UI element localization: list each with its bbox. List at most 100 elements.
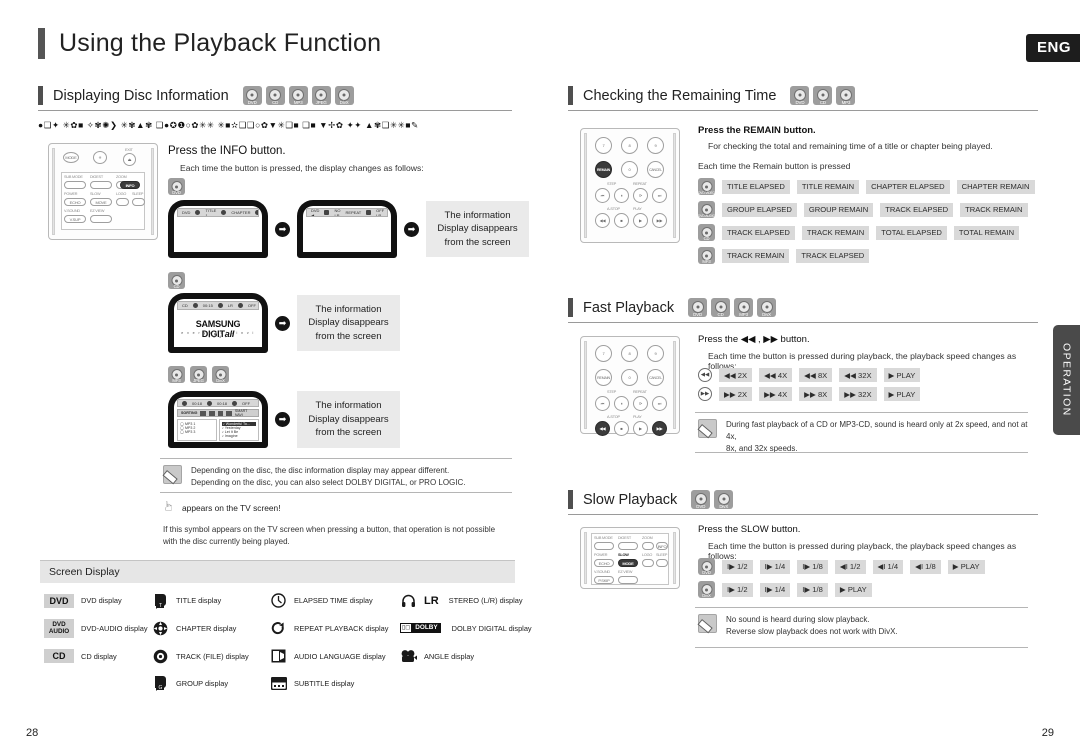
disc-type-row: DVD CD MP3 JPEG DivX (242, 86, 354, 105)
chip-track-elapsed-a: TRACK ELAPSED (880, 202, 954, 217)
remote-key-remain: REMAIN (595, 161, 612, 178)
chip-track-elapsed-c: TRACK ELAPSED (796, 248, 870, 263)
info-sequence-row-cd: CD00:15LROFF1:00:00 SAMSUNG DIGITall e v… (168, 293, 400, 353)
remote-key-sleep (132, 198, 145, 206)
section-displaying-disc-information: Displaying Disc Information DVD CD MP3 J… (38, 86, 512, 131)
remote-key-dial: ✳ (93, 151, 107, 164)
remote-key-exit: ⏏ (123, 153, 136, 166)
fast-text-block: Press the ◀◀ , ▶▶ button. Each time the … (698, 334, 1028, 371)
info-each-time-label: Each time the button is pressed, the dis… (180, 163, 424, 173)
note-disc-info: Depending on the disc, the disc informat… (163, 465, 513, 489)
section-checking-remaining-time: Checking the Remaining Time DVD CD MP3 (568, 86, 1038, 111)
remote-control-info: MODE ✳ EXIT ⏏ SUB MODE DIGEST ZOOM INFO … (48, 143, 158, 240)
fast-rule (568, 322, 1038, 323)
chip-ff-2x: ▶▶ 2X (719, 387, 753, 401)
chip-slow-rev-half: ◀I 1/2 (834, 559, 866, 574)
legend-subtitle-display: SUBTITLE display (270, 675, 400, 692)
fast-note-rule-bottom (695, 452, 1028, 453)
disc-chip-slow-divx: DivX (698, 581, 715, 598)
remain-each-time-label: Each time the Remain button is pressed (698, 161, 851, 171)
osd-file-list: ♪ Wonderful To... ♪ Yesterday ♪ Let It B… (219, 419, 259, 441)
info-disappears-box-3: The information Display disappears from th… (297, 391, 400, 448)
note-slow-playback: No sound is heard during slow playback. R… (698, 614, 1028, 638)
note-disc-rule-bottom (160, 492, 512, 493)
chip-divx-half: I▶ 1/2 (722, 582, 753, 597)
remote-key-play: ▶ (633, 213, 648, 228)
chip-slow-fwd-half: I▶ 1/2 (722, 559, 753, 574)
slow-header: Slow Playback DVD DivX (568, 490, 1038, 509)
slow-row-divx: DivX I▶ 1/2 I▶ 1/4 I▶ 1/8 ▶ PLAY (698, 581, 985, 598)
fast-note-rule-top (695, 412, 1028, 413)
osd-bar-dvd-1: DVDTITLE 1CHAPTER0:00:011/1 ▶ (177, 208, 259, 217)
remote-slow-key-info: INFO (656, 542, 668, 550)
note-disc-rule-top (160, 458, 512, 459)
section-header: Displaying Disc Information DVD CD MP3 J… (38, 86, 512, 105)
repeat-playback-icon (270, 620, 287, 637)
slow-tick (568, 490, 573, 509)
remaining-rule (568, 110, 1038, 111)
section-fast-playback: Fast Playback DVD CD MP3 DivX (568, 298, 1038, 323)
disc-icon-remaining-cd: CD (813, 86, 833, 105)
remote-fast-key-9: 9 (647, 345, 664, 362)
disc-icon-fast-cd: CD (711, 298, 731, 317)
osd-bar-cd-1: CD00:15LROFF1:00:00 (177, 301, 259, 310)
remote-fast-key-0: 0 (621, 369, 638, 386)
info-sequence-row-mp3: 00:18 00:18 OFF SORTING SMART NAVI ◯ MP3 1… (168, 391, 400, 448)
disc-chip-row3: MP3 JPEG DivX (168, 366, 229, 383)
remote-cap-exit: EXIT (125, 148, 133, 152)
legend-cd-display: CD CD display (44, 648, 152, 665)
remote-control-slow: SUB MODE DIGEST ZOOM INFO POWER SLOW LOG… (580, 527, 680, 589)
disc-chip-cd-remain: CD (698, 224, 715, 241)
remote-fast-key-step: ⏸ (614, 396, 629, 411)
fast-disc-row: DVD CD MP3 DivX (688, 298, 777, 317)
info-disappears-box-2: The information Display disappears from th… (297, 294, 400, 352)
chip-title-remain: TITLE REMAIN (796, 179, 860, 194)
remote-key-echo: ECHO (64, 198, 86, 206)
arrow-icon-3: ➡ (275, 315, 290, 331)
legend-title-display: T TITLE display (152, 592, 270, 609)
remote-fast-key-repeat: ⟳ (633, 396, 648, 411)
remote-fast-key-remain: REMAIN (595, 369, 612, 386)
remote-fast-key-prev: ⏮ (595, 396, 610, 411)
disc-icon-fast-mp3: MP3 (734, 298, 754, 317)
remote-control-remain: 7 8 9 REMAIN 0 CANCEL STEP REPEAT ⏮ ⏸ ⟳ … (580, 128, 680, 243)
remote-key-rew: ◀◀ (595, 213, 610, 228)
slow-note-text: No sound is heard during slow playback. R… (726, 615, 898, 636)
chip-divx-quarter: I▶ 1/4 (759, 582, 791, 597)
language-badge: ENG (1025, 34, 1080, 62)
screen-display-heading: Screen Display (40, 560, 515, 583)
chip-group-remain: GROUP REMAIN (803, 202, 874, 217)
chip-group-elapsed: GROUP ELAPSED (722, 202, 797, 217)
stereo-icon (400, 592, 417, 609)
osd-sorting-bar: SORTING SMART NAVI (177, 409, 259, 417)
chip-ff-play: ▶ PLAY (883, 387, 921, 401)
slow-note-rule-top (695, 607, 1028, 608)
legend-chapter-display: CHAPTER display (152, 619, 270, 638)
side-tab-operation: OPERATION (1053, 325, 1080, 435)
pencil-icon (163, 465, 182, 484)
manual-page-spread: Using the Playback Function ENG OPERATIO… (0, 0, 1080, 753)
disc-icon-mp3: MP3 (288, 86, 308, 105)
press-slow-label: Press the SLOW button. (698, 524, 801, 535)
disc-chip-dvd-row1: DVD (168, 178, 185, 195)
dolby-digital-icon: ▯◻ DOLBY (400, 623, 441, 634)
chip-divx-play: ▶ PLAY (834, 582, 872, 597)
info-step-block: Press the INFO button. Each time the but… (168, 145, 513, 173)
arrow-icon-1: ➡ (275, 221, 290, 237)
slow-chip-rows: DVD I▶ 1/2 I▶ 1/4 I▶ 1/8 ◀I 1/2 ◀I 1/4 ◀… (698, 558, 985, 598)
arrow-icon-4: ➡ (275, 412, 290, 427)
disc-icon-fast-divx: DivX (757, 298, 777, 317)
hand-icon (163, 500, 176, 515)
remote-key-cancel: CANCEL (647, 161, 664, 178)
remote-key-sub-mode (64, 181, 86, 189)
cd-tag-icon: CD (44, 649, 74, 664)
remaining-row-mp3: MP3 TRACK REMAIN TRACK ELAPSED (698, 247, 1035, 264)
chip-total-remain: TOTAL REMAIN (953, 225, 1020, 240)
disc-chip-dvd-video: DVD-VIDEO (698, 178, 715, 195)
remote-slow-key-logo (642, 559, 654, 567)
remote-fast-key-rew: ◀◀ (595, 421, 610, 436)
osd-bar-mp3-1: 00:18 00:18 OFF (177, 399, 259, 407)
tv-screen-dvd-1: DVDTITLE 1CHAPTER0:00:011/1 ▶ (168, 200, 268, 258)
pencil-icon-slow (698, 614, 717, 633)
remote-key-9: 9 (647, 137, 664, 154)
